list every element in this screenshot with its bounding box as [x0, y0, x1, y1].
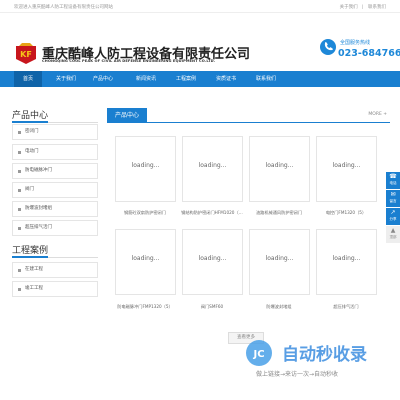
sidebar-cases-title: 工程案例	[12, 246, 49, 256]
loading-placeholder: loading...	[265, 255, 294, 262]
bullet-icon	[18, 288, 21, 291]
phone-icon: ☎	[389, 173, 397, 180]
watermark-logo: JC	[246, 340, 272, 366]
top-links: 关于我们 | 联系我们	[340, 4, 386, 10]
phone-icon	[320, 39, 336, 55]
arrow-up-icon: ▲	[390, 227, 396, 234]
sidebar-item-label: 竣工工程	[25, 286, 43, 291]
side-phone-button[interactable]: ☎ 电话	[386, 172, 400, 189]
side-button-label: 分享	[389, 217, 397, 221]
sidebar-item-exhaust-valve[interactable]: 超压排气活门	[12, 220, 98, 236]
products-header: 产品中心 MORE +	[107, 108, 390, 123]
bullet-icon	[18, 189, 21, 192]
loading-placeholder: loading...	[131, 255, 160, 262]
loading-placeholder: loading...	[198, 255, 227, 262]
nav-about[interactable]: 关于我们	[48, 71, 84, 87]
sidebar-item-label: 密闭门	[25, 129, 39, 134]
product-card[interactable]: loading...	[316, 136, 377, 202]
sidebar-item-blast-block[interactable]: 防爆波封堵组	[12, 201, 98, 217]
product-caption[interactable]: 电控门FM1320（5）	[310, 210, 382, 216]
loading-placeholder: loading...	[265, 162, 294, 169]
product-card[interactable]: loading...	[182, 136, 243, 202]
more-link[interactable]: MORE +	[368, 112, 387, 117]
product-card[interactable]: loading...	[249, 229, 310, 295]
product-card[interactable]: loading...	[249, 136, 310, 202]
sidebar-item-label: 在建工程	[25, 267, 43, 272]
nav-products[interactable]: 产品中心	[85, 71, 121, 87]
product-card[interactable]: loading...	[316, 229, 377, 295]
watermark-title: 自动秒收录	[282, 345, 367, 365]
sidebar-item-label: 电动门	[25, 149, 39, 154]
nav-home[interactable]: 首页	[14, 71, 42, 87]
side-button-label: 留言	[389, 199, 397, 203]
sidebar-item-emp-door[interactable]: 防电磁脉冲门	[12, 163, 98, 179]
nav-contact[interactable]: 联系我们	[246, 71, 286, 87]
hotline-number: 023-68476646	[338, 48, 400, 59]
side-button-label: 电话	[389, 181, 397, 185]
sidebar-item-completed[interactable]: 竣工工程	[12, 281, 98, 297]
product-caption[interactable]: 钢筋砼双扇防护密闭门	[109, 210, 181, 216]
top-link-about[interactable]: 关于我们	[340, 5, 358, 10]
product-caption[interactable]: 钢结构防护密闭门HFM1020（…	[176, 210, 248, 216]
message-icon: ✉	[390, 191, 396, 198]
top-link-contact[interactable]: 联系我们	[368, 5, 386, 10]
sidebar-item-airtight-door[interactable]: 密闭门	[12, 124, 98, 140]
nav-news[interactable]: 新闻资讯	[126, 71, 166, 87]
product-caption[interactable]: 防电磁脉冲门FMP1320（5）	[109, 304, 181, 310]
hotline-label: 全国服务热线	[340, 40, 371, 46]
logo-text: KF	[20, 50, 32, 59]
sidebar-item-electric-door[interactable]: 电动门	[12, 144, 98, 160]
bullet-icon	[18, 170, 21, 173]
header: KF 重庆酷峰人防工程设备有限责任公司 CHONGQING COOL PEAK …	[0, 13, 400, 70]
bullet-icon	[18, 131, 21, 134]
sidebar-item-label: 阀门	[25, 187, 34, 192]
nav-cases[interactable]: 工程案例	[166, 71, 206, 87]
sidebar-products-title: 产品中心	[12, 111, 49, 121]
product-card[interactable]: loading...	[182, 229, 243, 295]
welcome-text: 欢迎进入重庆酷峰人防工程设备有限责任公司网站	[14, 5, 113, 10]
product-card[interactable]: loading...	[115, 136, 176, 202]
watermark-logo-text: JC	[252, 349, 264, 360]
nav-certificates[interactable]: 资质证书	[206, 71, 246, 87]
sidebar-cases-accent	[12, 256, 48, 258]
company-english-name: CHONGQING COOL PEAK OF CIVIL AIR DEFENSE…	[42, 59, 216, 63]
products-tab[interactable]: 产品中心	[107, 108, 147, 123]
side-button-label: 顶部	[389, 235, 397, 239]
loading-placeholder: loading...	[332, 255, 361, 262]
loading-placeholder: loading...	[332, 162, 361, 169]
bullet-icon	[18, 227, 21, 230]
sidebar-item-label: 防电磁脉冲门	[25, 168, 52, 173]
share-icon: ↗	[390, 209, 396, 216]
sidebar-item-label: 超压排气活门	[25, 225, 52, 230]
bullet-icon	[18, 151, 21, 154]
product-caption[interactable]: 油路机械通风防护密闭门	[243, 210, 315, 216]
product-caption[interactable]: 防爆波封堵组	[243, 304, 315, 310]
top-bar: 欢迎进入重庆酷峰人防工程设备有限责任公司网站 关于我们 | 联系我们	[0, 0, 400, 13]
product-card[interactable]: loading...	[115, 229, 176, 295]
loading-placeholder: loading...	[131, 162, 160, 169]
side-message-button[interactable]: ✉ 留言	[386, 190, 400, 207]
sidebar-item-valve[interactable]: 阀门	[12, 182, 98, 198]
watermark-subtitle: 做上链接→来访一次→自动秒收	[256, 371, 339, 378]
top-link-separator: |	[362, 5, 364, 10]
sidebar-item-label: 防爆波封堵组	[25, 206, 52, 211]
side-share-button[interactable]: ↗ 分享	[386, 208, 400, 225]
sidebar-item-ongoing[interactable]: 在建工程	[12, 262, 98, 278]
sidebar-products-accent	[12, 121, 48, 123]
product-caption[interactable]: 超压排气活门	[310, 304, 382, 310]
loading-placeholder: loading...	[198, 162, 227, 169]
bullet-icon	[18, 269, 21, 272]
company-logo[interactable]: KF	[14, 43, 38, 65]
product-caption[interactable]: 阀门SMF60	[176, 304, 248, 310]
main-nav: 首页 关于我们 产品中心 新闻资讯 工程案例 资质证书 联系我们	[0, 71, 400, 87]
bullet-icon	[18, 208, 21, 211]
back-to-top-button[interactable]: ▲ 顶部	[386, 226, 400, 243]
